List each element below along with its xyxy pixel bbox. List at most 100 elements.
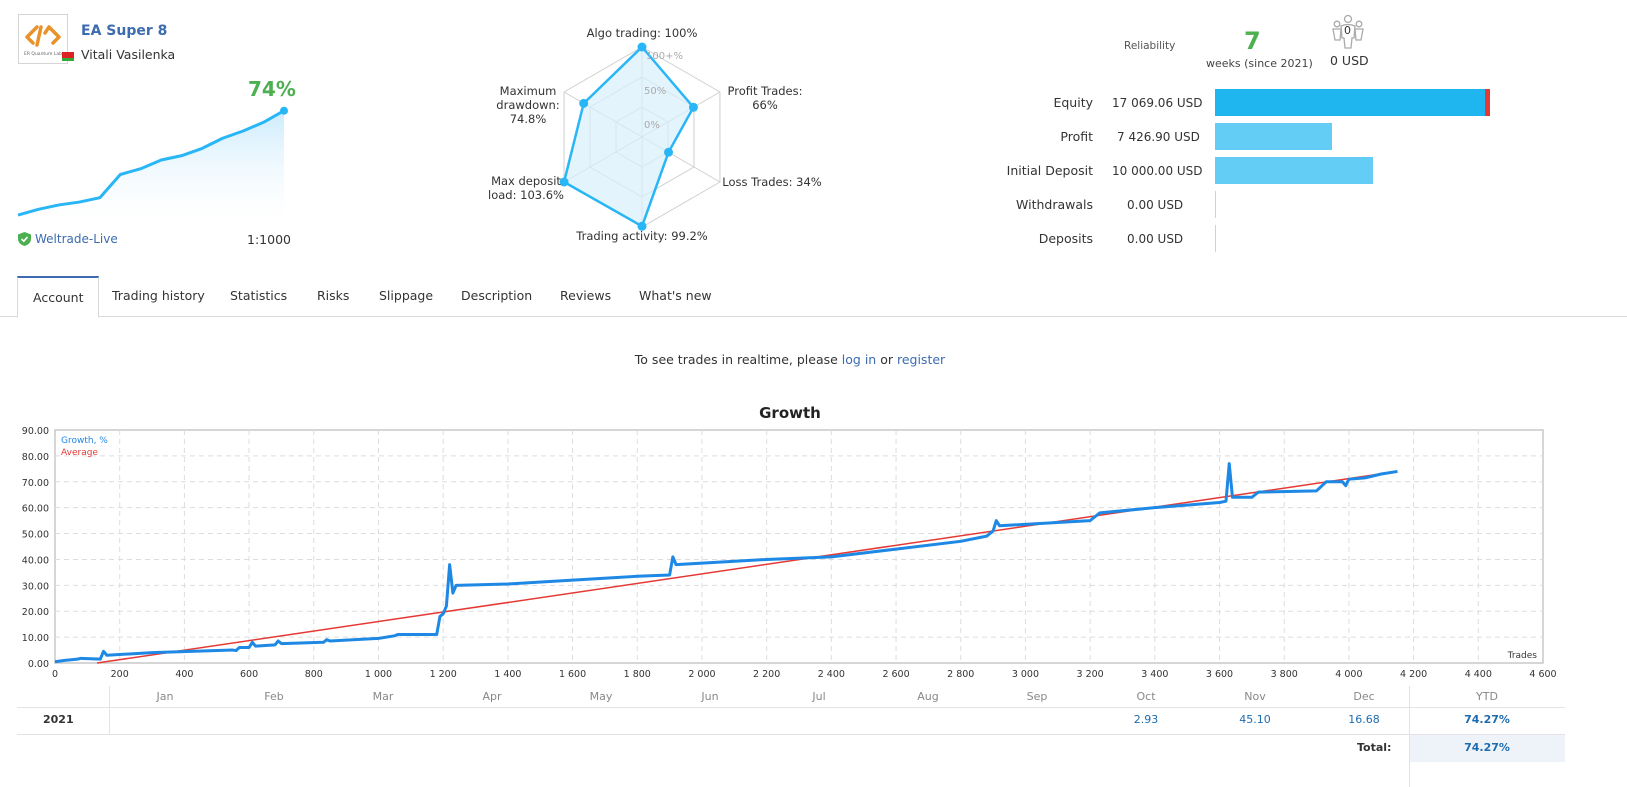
- radar-axis-label: Profit Trades:: [727, 84, 802, 98]
- radar-scale-label: 50%: [644, 86, 666, 97]
- x-tick-label: 3 600: [1206, 669, 1233, 680]
- radar-scale-label: 100+%: [646, 51, 683, 62]
- message-middle: or: [876, 352, 897, 367]
- stat-bar: [1215, 123, 1333, 150]
- radar-axis-label: load: 103.6%: [488, 188, 564, 202]
- login-link[interactable]: log in: [842, 352, 876, 367]
- x-axis-label: Trades: [1507, 651, 1538, 661]
- y-tick-label: 20.00: [22, 607, 49, 618]
- tab-description[interactable]: Description: [446, 276, 547, 317]
- country-flag-icon: [62, 52, 74, 61]
- logo-mark-icon: ER Quantum Lab: [24, 25, 62, 57]
- x-tick-label: 4 200: [1400, 669, 1427, 680]
- tab-reviews[interactable]: Reviews: [545, 276, 626, 317]
- mini-chart-endpoint: [280, 106, 288, 115]
- y-tick-label: 90.00: [22, 426, 49, 437]
- x-tick-label: 1 000: [365, 669, 392, 680]
- tab-trading-history[interactable]: Trading history: [97, 276, 220, 317]
- month-header: Jan: [156, 690, 174, 703]
- y-tick-label: 30.00: [22, 581, 49, 592]
- x-tick-label: 200: [111, 669, 129, 680]
- table-divider: [109, 686, 110, 735]
- server-name[interactable]: Weltrade-Live: [18, 232, 118, 246]
- ytd-value: 74.27%: [1464, 713, 1510, 726]
- tab-statistics[interactable]: Statistics: [215, 276, 302, 317]
- tab-risks[interactable]: Risks: [302, 276, 364, 317]
- tab-whats-new[interactable]: What's new: [624, 276, 727, 317]
- month-header: Sep: [1026, 690, 1048, 703]
- month-header: Oct: [1136, 690, 1156, 703]
- ea-logo[interactable]: ER Quantum Lab: [18, 14, 68, 64]
- x-tick-label: 1 600: [559, 669, 586, 680]
- radar-axis-label: Trading activity: 99.2%: [575, 229, 708, 243]
- table-divider: [17, 734, 1565, 735]
- x-tick-label: 3 000: [1012, 669, 1039, 680]
- realtime-message: To see trades in realtime, please log in…: [0, 352, 1580, 367]
- tab-slippage[interactable]: Slippage: [364, 276, 448, 317]
- radar-axis-label: 66%: [752, 98, 778, 112]
- x-tick-label: 2 800: [947, 669, 974, 680]
- weeks-value: 7: [1244, 27, 1261, 55]
- shield-check-icon: [18, 232, 31, 246]
- plot-area: [54, 429, 1544, 664]
- x-tick-label: 600: [240, 669, 258, 680]
- subscribers-count: 0: [1344, 24, 1351, 37]
- growth-chart: 0.00 10.00 20.00 30.00 40.00 50.00 60.00 70.00 8…: [22, 426, 1557, 680]
- month-value: 16.68: [1348, 713, 1380, 726]
- equity-drawdown-tip: [1485, 89, 1490, 116]
- total-label: Total:: [1357, 741, 1392, 754]
- radar-value-polygon: [562, 45, 695, 229]
- month-value: 2.93: [1133, 713, 1159, 726]
- y-tick-label: 60.00: [22, 504, 49, 515]
- x-tick-label: 3 800: [1271, 669, 1298, 680]
- weeks-label: weeks (since 2021): [1206, 57, 1313, 70]
- year-label: 2021: [43, 713, 74, 726]
- month-header: May: [589, 690, 613, 703]
- monthly-returns-table: 2021 YTD 74.27% Total: 74.27% Jan Feb Mar A…: [17, 686, 1565, 787]
- stat-bar: [1215, 157, 1374, 184]
- y-tick-label: 80.00: [22, 452, 49, 463]
- radar-point: [579, 98, 589, 108]
- month-value: 45.10: [1239, 713, 1271, 726]
- x-tick-label: 1 800: [624, 669, 651, 680]
- tab-account[interactable]: Account: [17, 276, 100, 318]
- y-tick-label: 70.00: [22, 478, 49, 489]
- stat-bar: [1215, 225, 1216, 252]
- subscribers-usd: 0 USD: [1330, 53, 1369, 68]
- month-header: Feb: [264, 690, 284, 703]
- table-divider: [17, 707, 1565, 708]
- month-header: Apr: [482, 690, 502, 703]
- x-tick-label: 3 200: [1077, 669, 1104, 680]
- stat-label: Initial Deposit: [1006, 163, 1093, 178]
- radar-axis-label: Algo trading: 100%: [587, 26, 698, 40]
- author-name-link[interactable]: Vitali Vasilenka: [81, 47, 175, 62]
- stat-value: 0.00 USD: [1127, 232, 1184, 246]
- stat-label: Deposits: [1038, 231, 1093, 246]
- x-tick-label: 4 000: [1335, 669, 1362, 680]
- x-tick-label: 1 400: [494, 669, 521, 680]
- mini-growth-chart: [17, 106, 288, 222]
- month-header: Dec: [1353, 690, 1375, 703]
- x-tick-label: 2 600: [882, 669, 909, 680]
- radar-axis-label: Maximum: [500, 84, 557, 98]
- radar-scale-label: 0%: [644, 120, 660, 131]
- x-tick-label: 1 200: [430, 669, 457, 680]
- ea-title-link[interactable]: EA Super 8: [81, 23, 167, 39]
- register-link[interactable]: register: [897, 352, 945, 367]
- month-header: Jul: [812, 690, 826, 703]
- stat-label: Profit: [1060, 129, 1093, 144]
- x-tick-label: 4 600: [1529, 669, 1556, 680]
- ytd-header: YTD: [1476, 690, 1498, 703]
- server-label: Weltrade-Live: [35, 232, 118, 246]
- y-tick-label: 10.00: [22, 633, 49, 644]
- stat-label: Equity: [1053, 95, 1093, 110]
- radar-axis-label: 74.8%: [510, 112, 547, 126]
- stat-label: Withdrawals: [1016, 197, 1093, 212]
- x-tick-label: 0: [52, 669, 58, 680]
- legend-entry: Growth, %: [61, 436, 108, 446]
- svg-text:ER Quantum Lab: ER Quantum Lab: [24, 51, 62, 57]
- month-header: Aug: [917, 690, 939, 703]
- radar-point: [664, 147, 674, 157]
- radar-svg: 100+% 50% 0% Algo trading: 100% Profit Trade…: [488, 26, 822, 243]
- total-value: 74.27%: [1464, 741, 1510, 754]
